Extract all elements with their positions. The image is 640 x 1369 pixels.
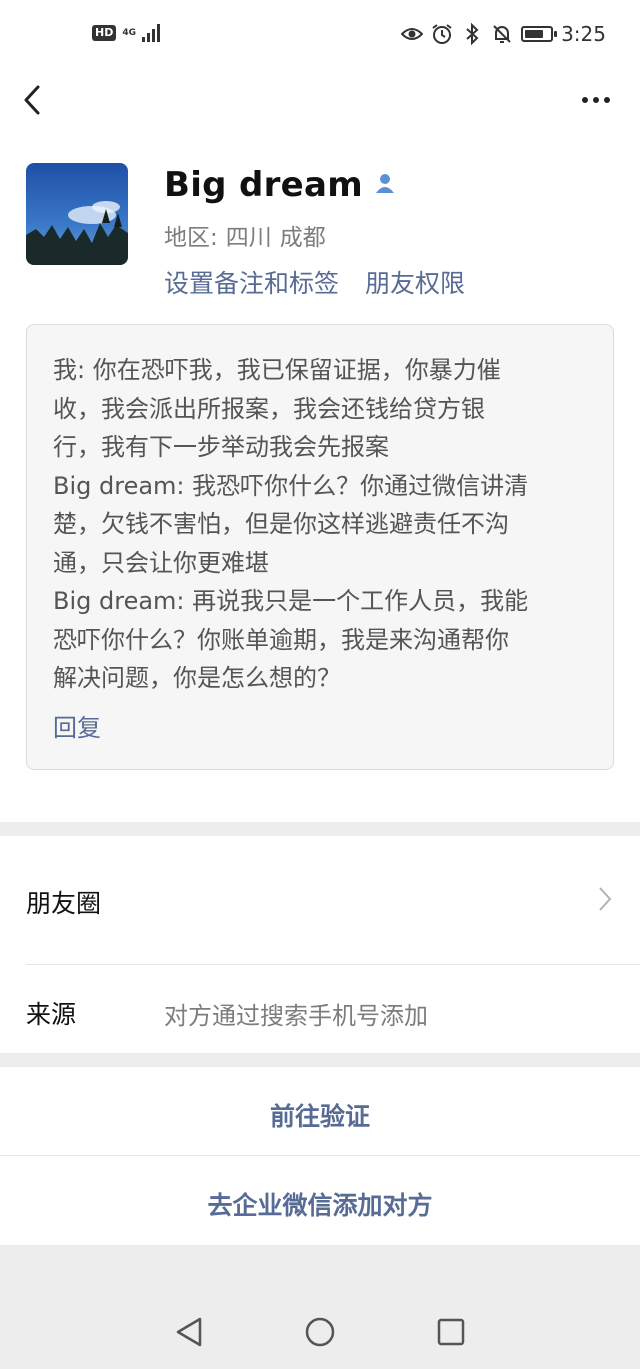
battery-icon — [521, 26, 558, 42]
top-nav — [0, 74, 640, 128]
friend-permission-link[interactable]: 朋友权限 — [365, 264, 465, 300]
section-divider — [0, 822, 640, 836]
source-row: 来源 对方通过搜索手机号添加 — [0, 965, 640, 1053]
name-row: Big dream — [164, 165, 397, 205]
region-province: 四川 — [225, 225, 272, 251]
message-line: 收，我会派出所报案，我会还钱给贷方银 — [53, 394, 485, 423]
region: 地区: 四川 成都 — [164, 218, 334, 252]
add-via-enterprise-wechat-button[interactable]: 去企业微信添加对方 — [0, 1186, 640, 1222]
nav-recents-icon[interactable] — [436, 1317, 466, 1351]
status-left: HD 4G — [92, 24, 160, 42]
system-nav-area — [0, 1245, 640, 1369]
signal-icon — [142, 24, 160, 42]
source-label: 来源 — [26, 1000, 77, 1029]
region-label: 地区: — [164, 225, 218, 251]
moments-row[interactable]: 朋友圈 — [0, 836, 640, 964]
message-line: 楚，欠钱不害怕，但是你这样逃避责任不沟 — [53, 510, 509, 538]
status-time: 3:25 — [561, 22, 606, 46]
eye-icon — [401, 23, 424, 45]
region-city: 成都 — [279, 225, 326, 251]
bluetooth-icon — [461, 23, 483, 45]
nav-back-icon[interactable] — [174, 1316, 204, 1352]
alarm-icon — [431, 23, 453, 45]
status-bar: HD 4G 3:25 — [0, 0, 640, 74]
status-right: 3:25 — [401, 22, 606, 46]
hd-badge: HD — [92, 25, 117, 41]
source-value: 对方通过搜索手机号添加 — [164, 1002, 428, 1030]
section-divider — [0, 1053, 640, 1067]
friend-request-messages: 我: 你在恐吓我，我已保留证据，你暴力催 收，我会派出所报案，我会还钱给贷方银 … — [26, 324, 614, 770]
more-options-icon[interactable] — [578, 82, 614, 118]
enterprise-row[interactable]: 去企业微信添加对方 — [0, 1156, 640, 1245]
nav-home-icon[interactable] — [304, 1316, 336, 1352]
reply-link[interactable]: 回复 — [53, 708, 587, 743]
message-line: Big dream: 我恐吓你什么？你通过微信讲清 — [53, 471, 529, 500]
set-remark-link[interactable]: 设置备注和标签 — [164, 264, 339, 300]
avatar[interactable] — [26, 163, 128, 265]
verify-row[interactable]: 前往验证 — [0, 1067, 640, 1155]
message-text: 我: 你在恐吓我，我已保留证据，你暴力催 收，我会派出所报案，我会还钱给贷方银 … — [53, 351, 587, 698]
back-icon[interactable] — [18, 82, 50, 118]
verify-button[interactable]: 前往验证 — [0, 1097, 640, 1133]
chevron-right-icon — [598, 886, 612, 916]
network-type: 4G — [122, 27, 136, 38]
message-line: Big dream: 再说我只是一个工作人员，我能 — [53, 587, 529, 615]
message-line: 我: 你在恐吓我，我已保留证据，你暴力催 — [53, 356, 501, 384]
message-line: 通，只会让你更难堪 — [53, 548, 269, 577]
contact-name: Big dream — [164, 165, 363, 205]
moments-label: 朋友圈 — [26, 889, 102, 918]
profile-links: 设置备注和标签 朋友权限 — [164, 264, 465, 300]
user-badge-icon — [373, 171, 397, 199]
message-line: 行，我有下一步举动我会先报案 — [53, 433, 389, 461]
message-line: 解决问题，你是怎么想的？ — [53, 664, 341, 692]
mute-bell-icon — [491, 23, 513, 45]
message-line: 恐吓你什么？你账单逾期，我是来沟通帮你 — [53, 625, 509, 654]
system-nav-bar — [0, 1299, 640, 1369]
